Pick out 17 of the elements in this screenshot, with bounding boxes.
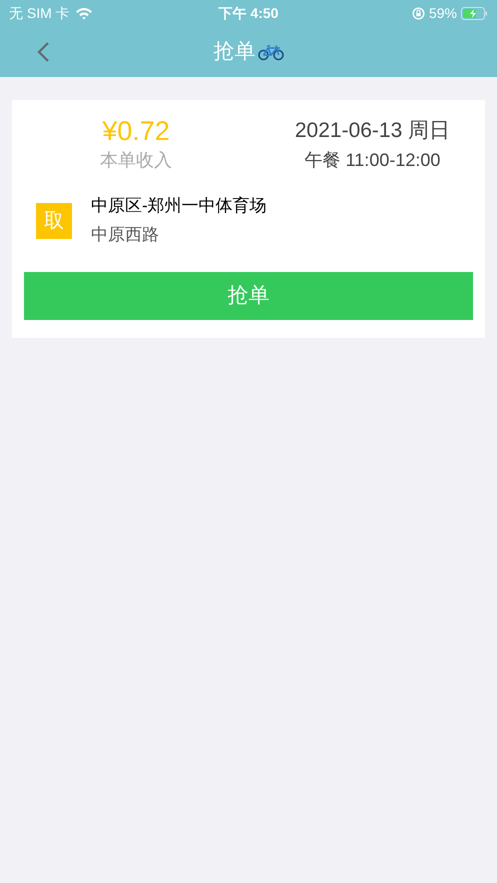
carrier-label: 无 SIM 卡 [9, 4, 70, 22]
income-label: 本单收入 [100, 149, 172, 172]
bicycle-icon [258, 42, 284, 60]
page-title: 抢单 [214, 38, 256, 65]
status-time: 下午 4:50 [218, 4, 278, 22]
battery-icon [460, 6, 488, 20]
pickup-tag: 取 [36, 203, 72, 239]
rotation-lock-icon [412, 6, 425, 20]
pickup-address: 中原西路 [91, 224, 160, 246]
wifi-icon [74, 6, 93, 20]
order-date: 2021-06-13 周日 [294, 118, 450, 144]
meal-time-slot: 午餐 11:00-12:00 [304, 148, 440, 172]
income-amount: ¥0.72 [102, 115, 170, 148]
battery-percent: 59% [428, 4, 457, 22]
back-icon[interactable] [36, 41, 50, 63]
grab-order-button[interactable]: 抢单 [24, 272, 473, 320]
pickup-name: 中原区-郑州一中体育场 [91, 195, 267, 217]
